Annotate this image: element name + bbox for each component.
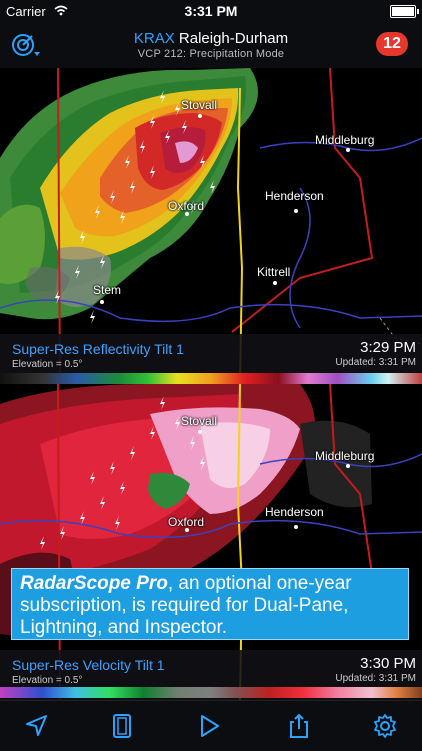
layout-icon: [113, 714, 131, 738]
settings-gear-icon: [374, 714, 396, 738]
velocity-color-scale: [0, 687, 422, 698]
share-button[interactable]: [286, 713, 312, 739]
share-icon: [290, 713, 308, 738]
play-loop-button[interactable]: [196, 713, 222, 739]
play-icon: [201, 715, 219, 737]
product-name: Super-Res Velocity Tilt 1: [12, 657, 165, 673]
clock: 3:31 PM: [184, 3, 238, 19]
city-label: Kittrell: [257, 265, 291, 279]
radar-name: Raleigh-Durham: [178, 30, 289, 47]
location-arrow-icon: [26, 715, 47, 736]
velocity-pane[interactable]: Stovall Middleburg Henderson Oxford Supe…: [0, 384, 422, 700]
settings-button[interactable]: [372, 713, 398, 739]
city-label: Stem: [93, 283, 122, 297]
city-label: Stovall: [181, 98, 218, 112]
radar-code: KRAX: [133, 30, 175, 47]
elevation-label: Elevation = 0.5°: [12, 675, 83, 686]
elevation-label: Elevation = 0.5°: [12, 359, 83, 370]
layout-button[interactable]: [109, 713, 135, 739]
city-label: Stovall: [181, 414, 218, 428]
city-label: Henderson: [265, 505, 324, 519]
updated-time: Updated: 3:31 PM: [335, 673, 416, 684]
scan-time: 3:29 PM: [360, 339, 416, 356]
nav-bar: KRAX Raleigh-Durham VCP 212: Precipitati…: [0, 22, 422, 69]
battery-icon: [390, 5, 419, 18]
reflectivity-pane[interactable]: Stovall Middleburg Henderson Oxford Kitt…: [0, 68, 422, 384]
vcp-mode: VCP 212: Precipitation Mode: [137, 48, 285, 60]
updated-time: Updated: 3:31 PM: [335, 357, 416, 368]
status-bar: Carrier 3:31 PM: [0, 0, 422, 22]
city-label: Henderson: [265, 189, 324, 203]
product-name: Super-Res Reflectivity Tilt 1: [12, 341, 184, 357]
bottom-toolbar: [0, 700, 422, 751]
reflectivity-color-scale: [0, 373, 422, 384]
city-label: Oxford: [168, 199, 205, 213]
location-button[interactable]: [24, 713, 50, 739]
radar-title[interactable]: KRAX Raleigh-Durham: [0, 30, 422, 47]
pro-subscription-banner[interactable]: RadarScope Pro, an optional one-year sub…: [11, 568, 409, 640]
promo-brand: RadarScope Pro: [20, 573, 168, 594]
city-label: Middleburg: [315, 133, 375, 147]
city-label: Middleburg: [315, 449, 375, 463]
warnings-badge[interactable]: 12: [376, 32, 408, 56]
city-label: Oxford: [168, 515, 205, 529]
scan-time: 3:30 PM: [360, 655, 416, 672]
